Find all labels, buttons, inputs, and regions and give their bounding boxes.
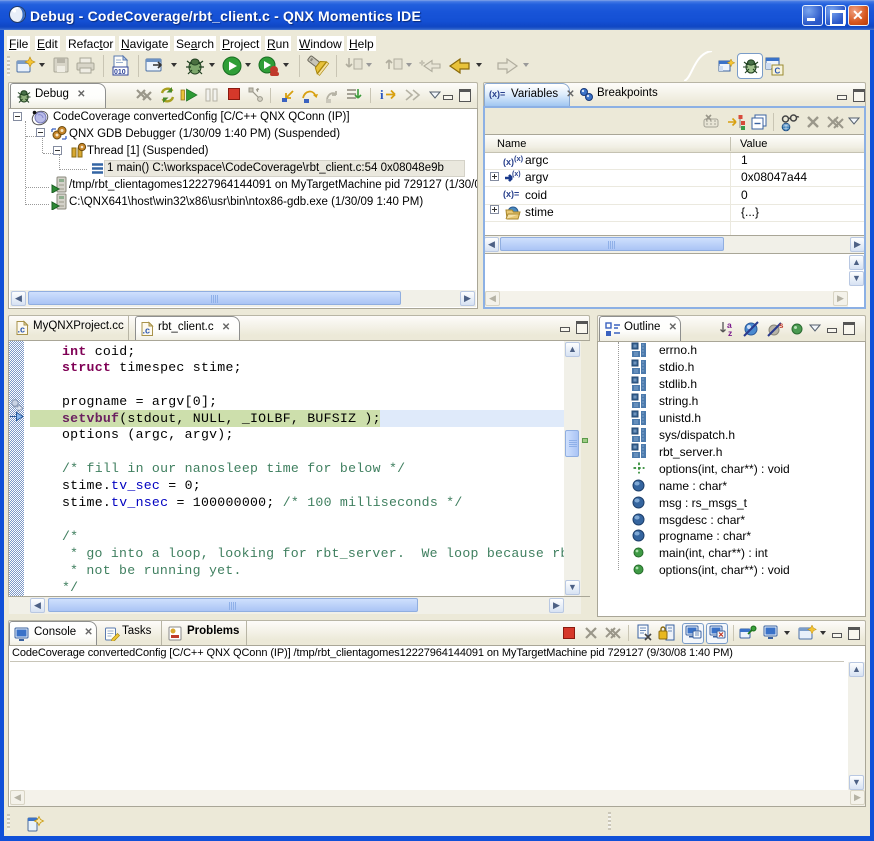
svg-text:.c: .c — [18, 325, 26, 335]
svg-text:.c: .c — [143, 326, 151, 336]
svg-text:010: 010 — [114, 69, 126, 76]
svg-text:s: s — [779, 321, 784, 330]
svg-text:(x): (x) — [512, 171, 521, 178]
svg-text:z: z — [728, 328, 732, 338]
svg-text:C: C — [775, 67, 781, 76]
